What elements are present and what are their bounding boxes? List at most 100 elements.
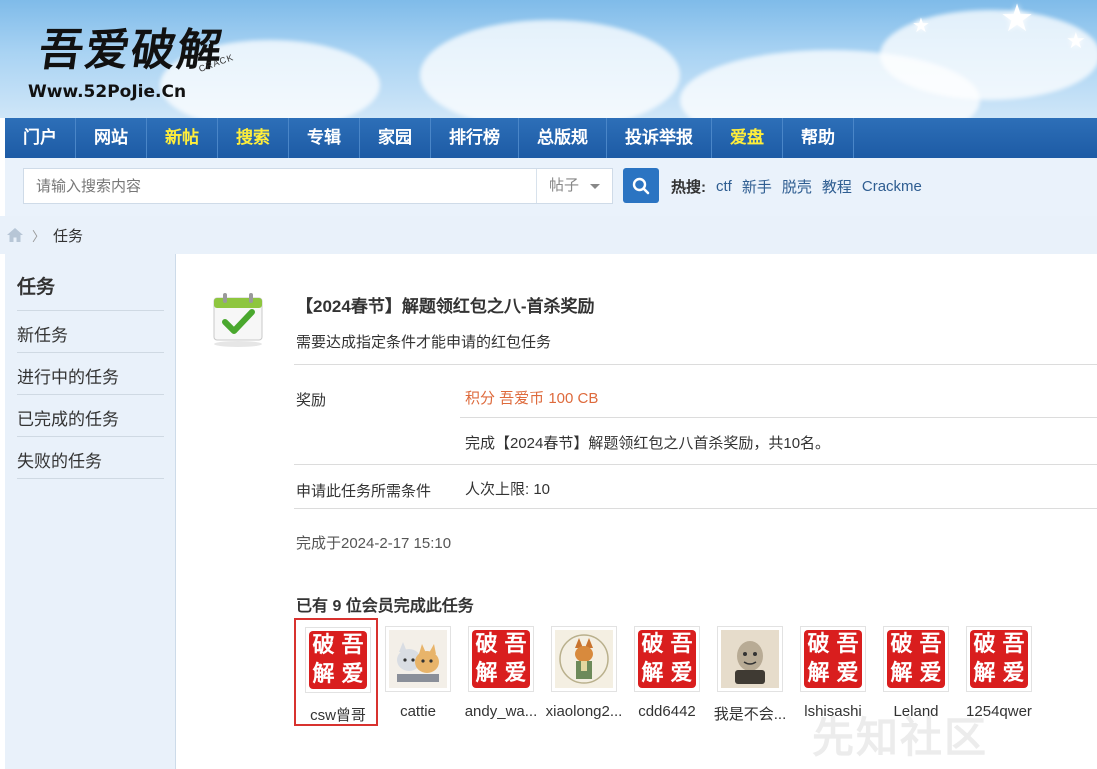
task-check-icon <box>210 290 266 348</box>
avatar[interactable] <box>385 626 451 692</box>
seal-char: 爱 <box>341 661 364 687</box>
seal-avatar-icon: 破吾解爱 <box>887 630 945 688</box>
seal-avatar-icon: 破吾解爱 <box>638 630 696 688</box>
sidebar-item-in-progress[interactable]: 进行中的任务 <box>17 363 119 388</box>
hot-search-link[interactable]: Crackme <box>862 178 922 195</box>
sidebar-item-completed[interactable]: 已完成的任务 <box>17 405 119 430</box>
member-item[interactable]: xiaolong2... <box>543 626 622 726</box>
task-title: 【2024春节】解题领红包之八-首杀奖励 <box>296 297 595 316</box>
seal-char: 解 <box>641 660 664 686</box>
figure-avatar-icon <box>721 630 779 691</box>
nav-item[interactable]: 投诉举报 <box>607 118 712 158</box>
member-item[interactable]: cattie <box>377 626 455 726</box>
condition-label: 申请此任务所需条件 <box>296 483 432 500</box>
home-icon[interactable] <box>6 227 24 243</box>
search-input[interactable] <box>24 169 536 203</box>
seal-char: 吾 <box>670 631 693 657</box>
divider <box>17 478 164 479</box>
nav-item[interactable]: 爱盘 <box>712 118 783 158</box>
nav-item[interactable]: 网站 <box>76 118 147 158</box>
sidebar-item-failed[interactable]: 失败的任务 <box>17 447 102 472</box>
seal-char: 吾 <box>1002 631 1025 657</box>
seal-char: 吾 <box>836 631 859 657</box>
avatar[interactable] <box>551 626 617 692</box>
seal-char: 吾 <box>341 632 364 658</box>
hot-search-link[interactable]: 脱壳 <box>782 176 812 197</box>
divider <box>17 394 164 395</box>
member-name[interactable]: andy_wa... <box>460 703 542 720</box>
completed-time: 完成于2024-2-17 15:10 <box>296 535 452 552</box>
member-item[interactable]: 破吾解爱 csw曾哥 <box>294 618 378 726</box>
breadcrumb-separator: 〉 <box>32 228 46 244</box>
avatar[interactable]: 破吾解爱 <box>966 626 1032 692</box>
seal-char: 吾 <box>504 631 527 657</box>
hot-search-link[interactable]: ctf <box>716 178 732 195</box>
watermark: 先知社区 <box>812 714 989 761</box>
seal-char: 解 <box>475 660 498 686</box>
breadcrumb: 〉 任务 <box>0 216 1097 254</box>
seal-char: 破 <box>475 631 498 657</box>
seal-avatar-icon: 破吾解爱 <box>472 630 530 688</box>
nav-item[interactable]: 专辑 <box>289 118 360 158</box>
hot-search: 热搜: ctf 新手 脱壳 教程 Crackme <box>671 176 922 197</box>
divider <box>17 436 164 437</box>
nav-item[interactable]: 新帖 <box>147 118 218 158</box>
chevron-down-icon <box>590 184 600 189</box>
fox-avatar-icon <box>555 630 613 691</box>
nav-item[interactable]: 门户 <box>5 118 76 158</box>
avatar[interactable] <box>717 626 783 692</box>
seal-char: 爱 <box>670 660 693 686</box>
seal-char: 爱 <box>504 660 527 686</box>
seal-char: 解 <box>890 660 913 686</box>
seal-char: 爱 <box>836 660 859 686</box>
avatar[interactable]: 破吾解爱 <box>305 627 371 693</box>
hot-search-label: 热搜: <box>671 179 706 196</box>
seal-char: 破 <box>312 632 335 658</box>
member-name[interactable]: csw曾哥 <box>297 704 379 725</box>
seal-char: 解 <box>973 660 996 686</box>
breadcrumb-current[interactable]: 任务 <box>53 225 83 246</box>
member-item[interactable]: 破吾解爱 andy_wa... <box>460 626 538 726</box>
nav-item[interactable]: 总版规 <box>519 118 607 158</box>
divider <box>17 352 164 353</box>
divider <box>294 508 1097 509</box>
member-item[interactable]: 破吾解爱 cdd6442 <box>626 626 704 726</box>
search-icon <box>632 177 650 194</box>
avatar[interactable]: 破吾解爱 <box>468 626 534 692</box>
nav-item[interactable]: 排行榜 <box>431 118 519 158</box>
reward-note: 完成【2024春节】解题领红包之八首杀奖励，共10名。 <box>465 435 831 452</box>
nav-item[interactable]: 家园 <box>360 118 431 158</box>
site-logo[interactable]: 吾爱破解 CRACK Www.52PoJie.Cn <box>28 10 258 102</box>
logo-url-text: Www.52PoJie.Cn <box>28 82 187 102</box>
condition-value: 人次上限: 10 <box>465 481 551 498</box>
hot-search-link[interactable]: 新手 <box>742 176 772 197</box>
seal-char: 破 <box>973 631 996 657</box>
seal-char: 破 <box>807 631 830 657</box>
star-icon: ★ <box>912 15 930 37</box>
divider <box>294 364 1097 365</box>
member-name[interactable]: xiaolong2... <box>543 703 625 720</box>
divider <box>460 417 1097 418</box>
nav-item[interactable]: 帮助 <box>783 118 854 158</box>
member-item[interactable]: 我是不会... <box>709 626 787 726</box>
seal-avatar-icon: 破吾解爱 <box>970 630 1028 688</box>
member-name[interactable]: 我是不会... <box>709 703 791 724</box>
member-name[interactable]: cattie <box>377 703 459 720</box>
seal-avatar-icon: 破吾解爱 <box>804 630 862 688</box>
search-type-select[interactable]: 帖子 <box>536 169 612 203</box>
member-name[interactable]: cdd6442 <box>626 703 708 720</box>
search-type-label: 帖子 <box>549 177 580 194</box>
avatar[interactable]: 破吾解爱 <box>800 626 866 692</box>
divider <box>294 464 1097 465</box>
task-detail: 【2024春节】解题领红包之八-首杀奖励 需要达成指定条件才能申请的红包任务 奖… <box>176 254 1097 769</box>
search-button[interactable] <box>623 168 659 203</box>
nav-item[interactable]: 搜索 <box>218 118 289 158</box>
reward-value: 积分 吾爱币 100 CB <box>465 390 599 407</box>
seal-char: 爱 <box>919 660 942 686</box>
seal-char: 解 <box>312 661 335 687</box>
avatar[interactable]: 破吾解爱 <box>634 626 700 692</box>
sidebar-item-new-tasks[interactable]: 新任务 <box>17 321 68 346</box>
avatar[interactable]: 破吾解爱 <box>883 626 949 692</box>
hot-search-link[interactable]: 教程 <box>822 176 852 197</box>
task-description: 需要达成指定条件才能申请的红包任务 <box>296 334 552 351</box>
